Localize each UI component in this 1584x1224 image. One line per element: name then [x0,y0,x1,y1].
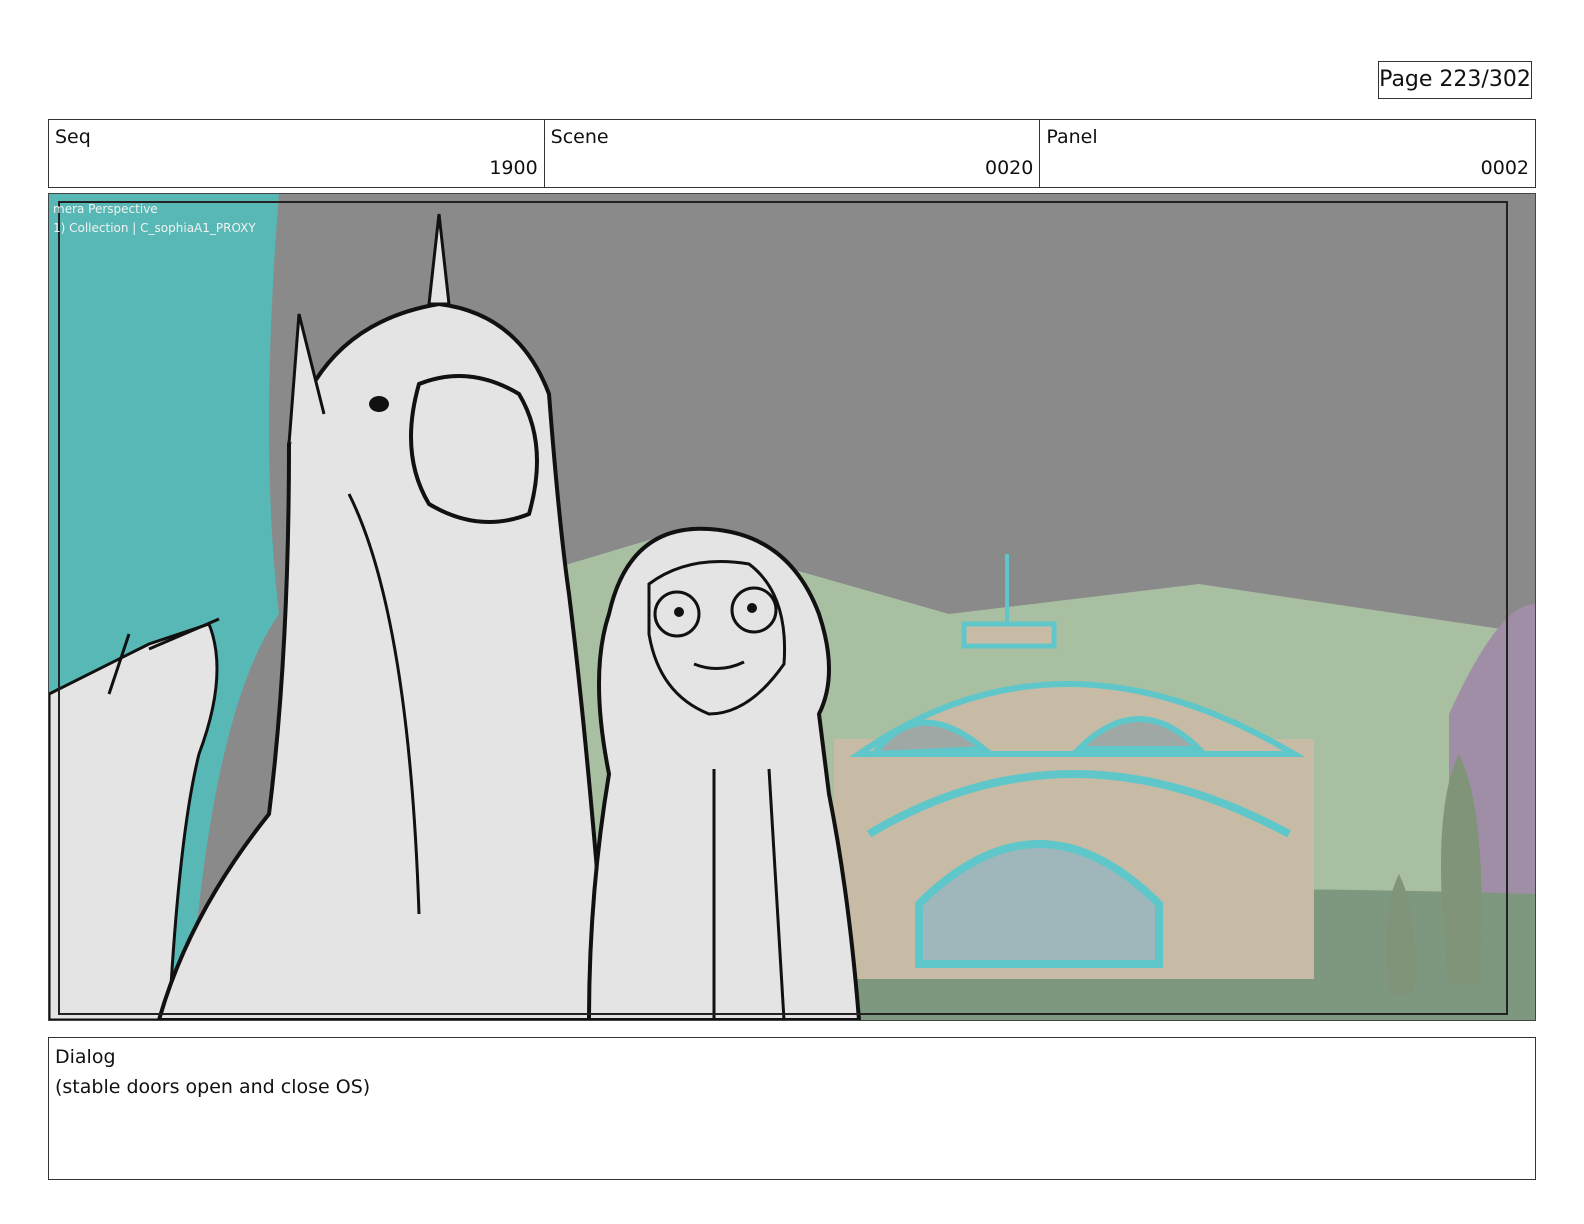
storyboard-illustration [49,194,1535,1020]
panel-cell: Panel 0002 [1039,120,1535,187]
storyboard-panel-image: mera Perspective 1) Collection | C_sophi… [48,193,1536,1021]
scene-label: Scene [550,126,609,148]
seq-value: 1900 [489,157,538,179]
camera-perspective-label: mera Perspective [53,202,158,216]
unicorn-eye [369,396,389,412]
scene-value: 0020 [984,157,1034,179]
panel-label: Panel [1046,126,1098,148]
collection-label: 1) Collection | C_sophiaA1_PROXY [53,221,256,235]
scene-cell: Scene 0020 [543,120,1040,187]
dialog-text: (stable doors open and close OS) [55,1076,371,1098]
dialog-box: Dialog (stable doors open and close OS) [48,1037,1536,1180]
panel-value: 0002 [1480,157,1530,179]
page-number: Page 223/302 [1378,61,1532,99]
panel-info-header: Seq 1900 Scene 0020 Panel 0002 [48,119,1536,188]
dialog-label: Dialog [55,1046,116,1068]
seq-label: Seq [55,126,91,148]
seq-cell: Seq 1900 [49,120,544,187]
